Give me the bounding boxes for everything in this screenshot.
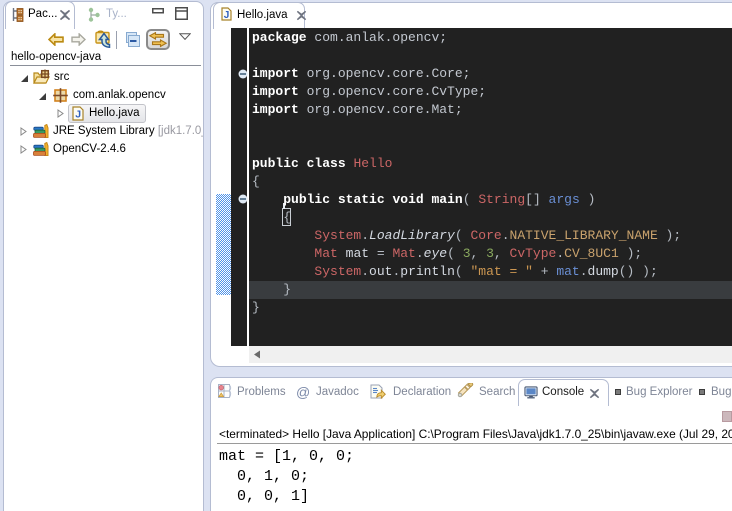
svg-text:J: J — [224, 10, 230, 21]
svg-text:J: J — [75, 109, 81, 121]
